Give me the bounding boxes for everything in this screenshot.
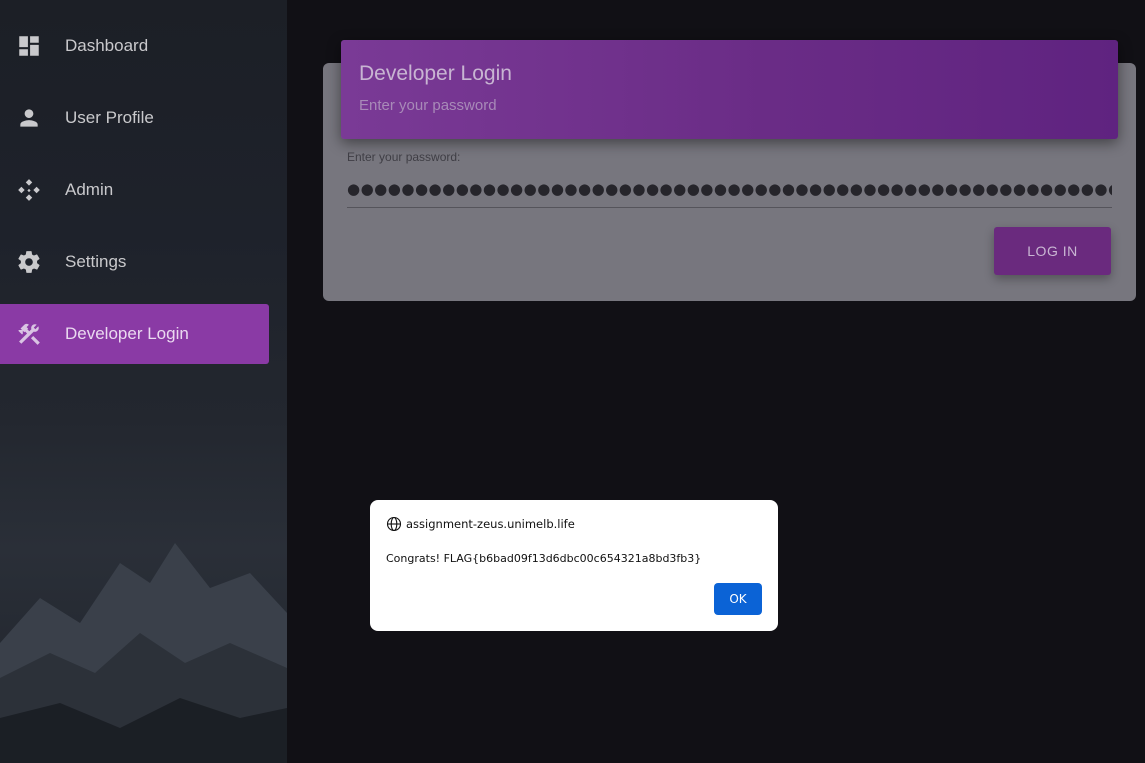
- globe-icon: [386, 516, 402, 532]
- mountain-background-image: [0, 543, 287, 763]
- sidebar-item-admin[interactable]: Admin: [0, 160, 269, 220]
- sidebar-item-user-profile[interactable]: User Profile: [0, 88, 269, 148]
- card-title: Developer Login: [359, 62, 512, 85]
- build-icon: [18, 323, 40, 345]
- sidebar-item-label: Admin: [65, 180, 114, 199]
- sidebar-item-developer-login[interactable]: Developer Login: [0, 304, 269, 364]
- password-label: Enter your password:: [347, 150, 461, 164]
- card-subtitle: Enter your password: [359, 97, 497, 114]
- sidebar-item-settings[interactable]: Settings: [0, 232, 269, 292]
- gear-icon: [18, 251, 40, 273]
- person-icon: [20, 109, 38, 127]
- sidebar-item-label: User Profile: [65, 108, 154, 127]
- alert-dialog: assignment-zeus.unimelb.life Congrats! F…: [370, 500, 778, 631]
- admin-icon: [18, 179, 40, 201]
- dialog-origin: assignment-zeus.unimelb.life: [406, 517, 575, 531]
- password-field[interactable]: ●●●●●●●●●●●●●●●●●●●●●●●●●●●●●●●●●●●●●●●●…: [347, 176, 1112, 208]
- sidebar-item-label: Settings: [65, 252, 127, 271]
- dialog-message: Congrats! FLAG{b6bad09f13d6dbc00c654321a…: [386, 552, 702, 565]
- dashboard-icon: [19, 36, 39, 56]
- sidebar-item-label: Developer Login: [65, 324, 189, 343]
- ok-button[interactable]: OK: [714, 583, 762, 615]
- sidebar-item-label: Dashboard: [65, 36, 149, 55]
- login-button[interactable]: LOG IN: [994, 227, 1111, 275]
- sidebar-item-dashboard[interactable]: Dashboard: [0, 16, 269, 76]
- sidebar: Dashboard User Profile Admin Settings De…: [0, 0, 287, 763]
- card-header: Developer Login Enter your password: [341, 40, 1118, 139]
